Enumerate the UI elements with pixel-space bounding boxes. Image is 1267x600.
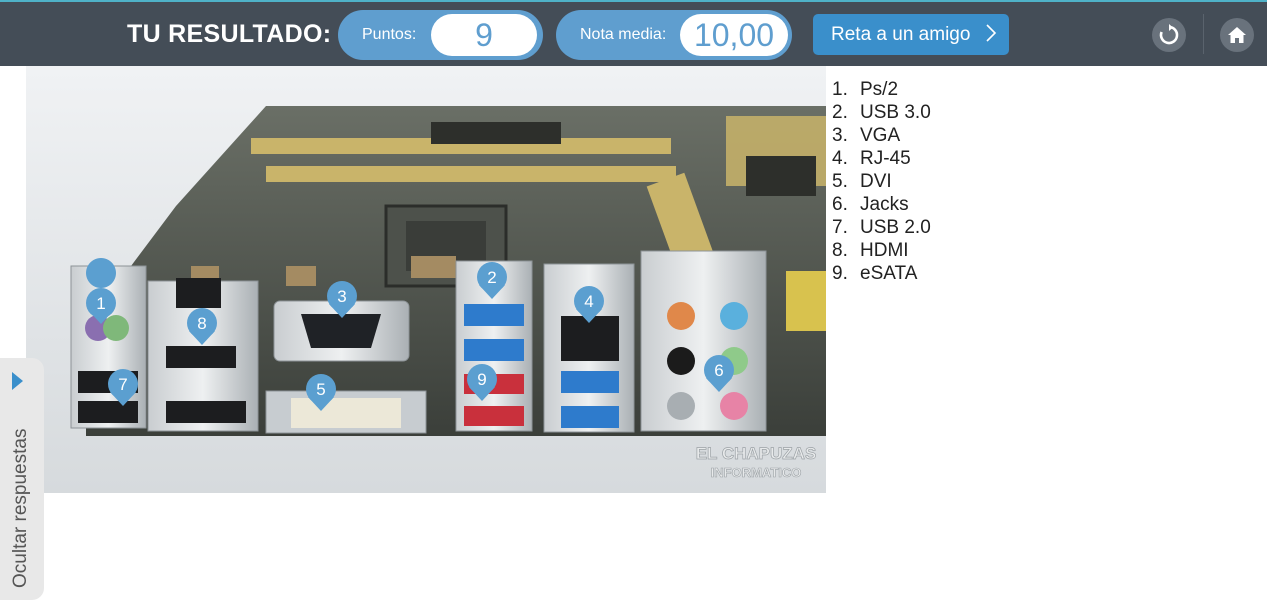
points-label: Puntos: xyxy=(362,26,417,43)
home-button[interactable] xyxy=(1220,18,1254,52)
watermark-line1: EL CHAPUZAS xyxy=(696,444,817,463)
list-item: 2. USB 3.0 xyxy=(832,101,931,124)
answer-label: VGA xyxy=(860,125,901,146)
answer-label: USB 2.0 xyxy=(860,217,931,238)
answer-label: RJ-45 xyxy=(860,148,911,169)
list-item: 9. eSATA xyxy=(832,262,931,285)
list-item: 6. Jacks xyxy=(832,193,931,216)
header-divider xyxy=(1203,14,1204,54)
answers-list: 1. Ps/2 2. USB 3.0 3. VGA 4. RJ-45 5. DVI 6. J… xyxy=(832,78,931,285)
answer-number: 6. xyxy=(832,194,848,215)
answer-number: 9. xyxy=(832,263,848,284)
hide-answers-tab[interactable]: Ocultar respuestas xyxy=(0,358,44,600)
challenge-friend-label: Reta a un amigo xyxy=(831,23,971,45)
answer-label: DVI xyxy=(860,171,892,192)
restart-button[interactable] xyxy=(1152,18,1186,52)
list-item: 3. VGA xyxy=(832,124,931,147)
restart-icon xyxy=(1159,24,1179,45)
answer-number: 3. xyxy=(832,125,848,146)
answer-number: 7. xyxy=(832,217,848,238)
answer-label: Ps/2 xyxy=(860,79,899,100)
top-bar: TU RESULTADO: Puntos: 9 Nota media: 10,0… xyxy=(0,0,1267,66)
motherboard-io-photo: EL CHAPUZAS INFORMATICO 1 2 3 4 5 6 7 8 … xyxy=(26,66,826,493)
answer-number: 1. xyxy=(832,79,848,100)
marker-3-label: 3 xyxy=(337,287,346,306)
grade-pill: Nota media: 10,00 xyxy=(556,10,792,60)
points-value: 9 xyxy=(431,14,537,56)
grade-label: Nota media: xyxy=(580,26,667,43)
answer-number: 2. xyxy=(832,102,848,123)
marker-4-label: 4 xyxy=(584,292,593,311)
answer-number: 5. xyxy=(832,171,848,192)
list-item: 8. HDMI xyxy=(832,239,931,262)
list-item: 1. Ps/2 xyxy=(832,78,931,101)
watermark-line2: INFORMATICO xyxy=(711,465,802,480)
list-item: 4. RJ-45 xyxy=(832,147,931,170)
answer-number: 8. xyxy=(832,240,848,261)
marker-1-label: 1 xyxy=(96,294,105,313)
points-pill: Puntos: 9 xyxy=(338,10,543,60)
chevron-right-icon xyxy=(986,24,997,42)
grade-value: 10,00 xyxy=(680,14,788,56)
marker-7-label: 7 xyxy=(118,375,127,394)
answer-number: 4. xyxy=(832,148,848,169)
marker-9-label: 9 xyxy=(477,370,486,389)
hide-answers-label: Ocultar respuestas xyxy=(10,428,31,588)
result-title: TU RESULTADO: xyxy=(127,20,332,48)
marker-2-label: 2 xyxy=(487,268,496,287)
answer-label: USB 3.0 xyxy=(860,102,931,123)
marker-6-label: 6 xyxy=(714,361,723,380)
motherboard-illustration: EL CHAPUZAS INFORMATICO 1 2 3 4 5 6 7 8 … xyxy=(26,66,826,493)
home-icon xyxy=(1228,27,1246,43)
marker-8-label: 8 xyxy=(197,314,206,333)
answer-label: eSATA xyxy=(860,263,918,284)
marker-5-label: 5 xyxy=(316,380,325,399)
challenge-friend-button[interactable]: Reta a un amigo xyxy=(813,14,1009,55)
list-item: 7. USB 2.0 xyxy=(832,216,931,239)
list-item: 5. DVI xyxy=(832,170,931,193)
answer-label: Jacks xyxy=(860,194,909,215)
triangle-right-icon xyxy=(12,372,23,390)
answer-label: HDMI xyxy=(860,240,909,261)
